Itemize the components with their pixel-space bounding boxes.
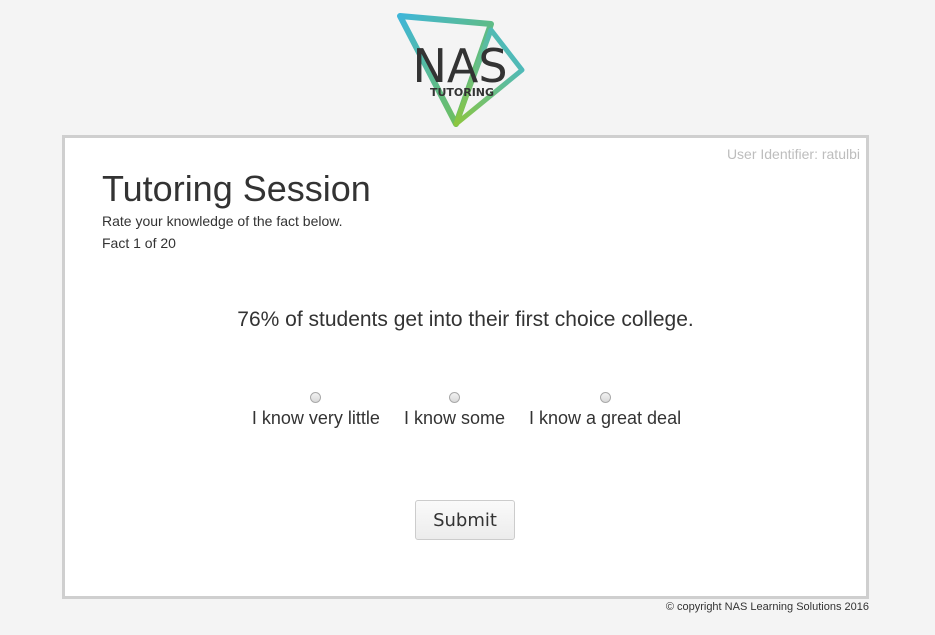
knowledge-rating-group: I know very little I know some I know a … <box>65 392 866 429</box>
submit-button[interactable]: Submit <box>415 500 515 540</box>
rating-option-label: I know some <box>403 408 505 428</box>
logo-tutoring-text: TUTORING <box>430 86 494 99</box>
copyright-footer: © copyright NAS Learning Solutions 2016 <box>665 601 869 613</box>
rating-option-some[interactable]: I know some <box>404 392 505 429</box>
fact-statement: 76% of students get into their first cho… <box>237 308 694 331</box>
nas-tutoring-logo: NAS TUTORING <box>397 13 525 127</box>
page-title: Tutoring Session <box>102 168 371 209</box>
user-identifier: User Identifier: ratulbi <box>726 146 860 162</box>
rating-option-very-little[interactable]: I know very little <box>252 392 380 429</box>
radio-great-deal[interactable] <box>599 392 611 403</box>
rating-option-label: I know a great deal <box>528 408 682 428</box>
fact-progress: Fact 1 of 20 <box>102 235 176 251</box>
radio-very-little[interactable] <box>310 392 322 403</box>
session-card: User Identifier: ratulbi Tutoring Sessio… <box>62 135 869 599</box>
rating-option-label: I know very little <box>251 408 380 428</box>
page: NAS TUTORING User Identifier: ratulbi Tu… <box>0 0 935 635</box>
radio-some[interactable] <box>448 392 460 403</box>
rating-option-great-deal[interactable]: I know a great deal <box>529 392 681 429</box>
logo-nas-text: NAS <box>412 39 507 93</box>
instruction-text: Rate your knowledge of the fact below. <box>102 213 343 229</box>
